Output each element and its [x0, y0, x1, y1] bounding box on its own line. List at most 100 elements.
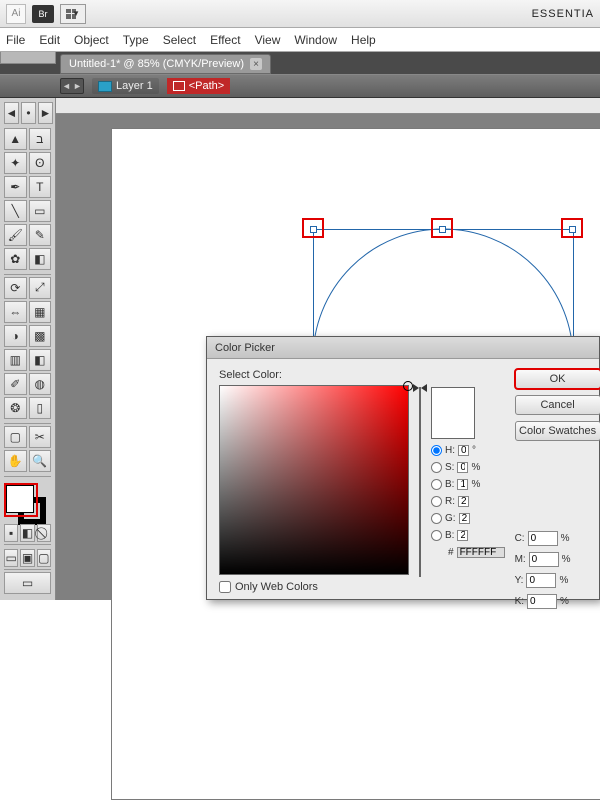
panel-collapse-left-icon[interactable]: ◄	[4, 102, 19, 124]
width-tool[interactable]: ⇔	[4, 301, 27, 323]
free-transform-tool[interactable]: ▦	[29, 301, 52, 323]
menu-window[interactable]: Window	[294, 33, 337, 47]
h-input[interactable]	[458, 445, 469, 456]
m-input[interactable]	[529, 552, 559, 567]
menu-object[interactable]: Object	[74, 33, 109, 47]
g-input[interactable]	[459, 513, 470, 524]
draw-normal-button[interactable]: ▭	[4, 549, 18, 567]
menu-effect[interactable]: Effect	[210, 33, 240, 47]
only-web-colors-label: Only Web Colors	[235, 581, 318, 593]
workspace-switcher[interactable]: ESSENTIA	[532, 8, 594, 20]
ok-button[interactable]: OK	[515, 369, 600, 389]
toolbar-grip[interactable]	[0, 52, 56, 64]
bl-radio[interactable]	[431, 530, 442, 541]
draw-inside-button[interactable]: ▢	[37, 549, 51, 567]
m-label: M:	[515, 554, 526, 565]
rectangle-tool[interactable]: ▭	[29, 200, 52, 222]
dialog-title: Color Picker	[207, 337, 599, 359]
bl-input[interactable]	[457, 530, 468, 541]
type-tool[interactable]: T	[29, 176, 52, 198]
only-web-colors-checkbox[interactable]: Only Web Colors	[219, 581, 409, 593]
hue-slider[interactable]	[419, 387, 421, 577]
canvas-area[interactable]: Color Picker Select Color: Only Web Colo…	[56, 98, 600, 600]
menu-edit[interactable]: Edit	[39, 33, 60, 47]
path-chip[interactable]: <Path>	[167, 78, 230, 94]
b-input[interactable]	[457, 479, 468, 490]
none-mode-button[interactable]: ⃠	[37, 524, 51, 542]
h-label: H:	[445, 445, 455, 456]
column-graph-tool[interactable]: ▯	[29, 397, 52, 419]
r-label: R:	[445, 496, 455, 507]
gradient-tool[interactable]: ◧	[29, 349, 52, 371]
h-radio[interactable]	[431, 445, 442, 456]
g-radio[interactable]	[431, 513, 442, 524]
pen-tool[interactable]: ✒	[4, 176, 27, 198]
ruler-top	[56, 98, 600, 114]
panel-collapse-right-icon[interactable]: ►	[38, 102, 53, 124]
hand-tool[interactable]: ✋	[4, 450, 27, 472]
m-unit: %	[562, 554, 571, 565]
highlight-anchor	[431, 218, 453, 238]
tools-panel: ◄ • ► ▲ב ✦ʘ ✒T ╲▭ 🖌✎ ✿◧ ⟳⤢ ⇔▦ ◑▩ ▥◧ ✐◍ ❂…	[0, 98, 56, 600]
s-radio[interactable]	[431, 462, 442, 473]
color-mode-button[interactable]: ▪	[4, 524, 18, 542]
mesh-tool[interactable]: ▥	[4, 349, 27, 371]
document-tab[interactable]: Untitled-1* @ 85% (CMYK/Preview) ×	[60, 54, 271, 74]
layer-chip[interactable]: Layer 1	[92, 78, 159, 94]
fill-stroke-control[interactable]	[4, 483, 51, 522]
lasso-tool[interactable]: ʘ	[29, 152, 52, 174]
menu-help[interactable]: Help	[351, 33, 376, 47]
zoom-tool[interactable]: 🔍	[29, 450, 52, 472]
blend-tool[interactable]: ◍	[29, 373, 52, 395]
magic-wand-tool[interactable]: ✦	[4, 152, 27, 174]
only-web-colors-input[interactable]	[219, 581, 231, 593]
control-bar: ◄► Layer 1 <Path>	[0, 74, 600, 98]
paintbrush-tool[interactable]: 🖌	[4, 224, 27, 246]
color-field[interactable]	[219, 385, 409, 575]
bridge-icon[interactable]: Br	[32, 5, 54, 23]
r-radio[interactable]	[431, 496, 442, 507]
pencil-tool[interactable]: ✎	[29, 224, 52, 246]
r-input[interactable]	[458, 496, 469, 507]
document-tab-label: Untitled-1* @ 85% (CMYK/Preview)	[69, 58, 244, 70]
s-input[interactable]	[457, 462, 468, 473]
menu-file[interactable]: File	[6, 33, 25, 47]
y-input[interactable]	[526, 573, 556, 588]
color-swatches-button[interactable]: Color Swatches	[515, 421, 600, 441]
eyedropper-tool[interactable]: ✐	[4, 373, 27, 395]
workspace: ◄ • ► ▲ב ✦ʘ ✒T ╲▭ 🖌✎ ✿◧ ⟳⤢ ⇔▦ ◑▩ ▥◧ ✐◍ ❂…	[0, 98, 600, 600]
slice-tool[interactable]: ✂	[29, 426, 52, 448]
arrange-documents-button[interactable]: ▼	[60, 4, 86, 24]
direct-selection-tool[interactable]: ב	[29, 128, 52, 150]
title-bar: Ai Br ▼ ESSENTIA	[0, 0, 600, 28]
nav-arrows[interactable]: ◄►	[60, 78, 84, 94]
menu-bar: File Edit Object Type Select Effect View…	[0, 28, 600, 52]
artboard-tool[interactable]: ▢	[4, 426, 27, 448]
rotate-tool[interactable]: ⟳	[4, 277, 27, 299]
b-unit: %	[471, 479, 485, 490]
b-radio[interactable]	[431, 479, 442, 490]
hex-input[interactable]	[457, 547, 505, 558]
perspective-grid-tool[interactable]: ▩	[29, 325, 52, 347]
k-input[interactable]	[527, 594, 557, 609]
selection-tool[interactable]: ▲	[4, 128, 27, 150]
c-input[interactable]	[528, 531, 558, 546]
close-tab-icon[interactable]: ×	[250, 58, 262, 70]
menu-type[interactable]: Type	[123, 33, 149, 47]
color-field-marker[interactable]	[403, 381, 413, 391]
screen-mode-button[interactable]: ▭	[4, 572, 51, 594]
menu-view[interactable]: View	[255, 33, 281, 47]
path-label: <Path>	[189, 80, 224, 92]
symbol-sprayer-tool[interactable]: ❂	[4, 397, 27, 419]
c-label: C:	[515, 533, 525, 544]
eraser-tool[interactable]: ◧	[29, 248, 52, 270]
menu-select[interactable]: Select	[163, 33, 196, 47]
panel-collapse-mid-icon[interactable]: •	[21, 102, 36, 124]
draw-behind-button[interactable]: ▣	[20, 549, 34, 567]
shape-builder-tool[interactable]: ◑	[4, 325, 27, 347]
scale-tool[interactable]: ⤢	[29, 277, 52, 299]
line-tool[interactable]: ╲	[4, 200, 27, 222]
blob-brush-tool[interactable]: ✿	[4, 248, 27, 270]
gradient-mode-button[interactable]: ◧	[20, 524, 34, 542]
cancel-button[interactable]: Cancel	[515, 395, 600, 415]
